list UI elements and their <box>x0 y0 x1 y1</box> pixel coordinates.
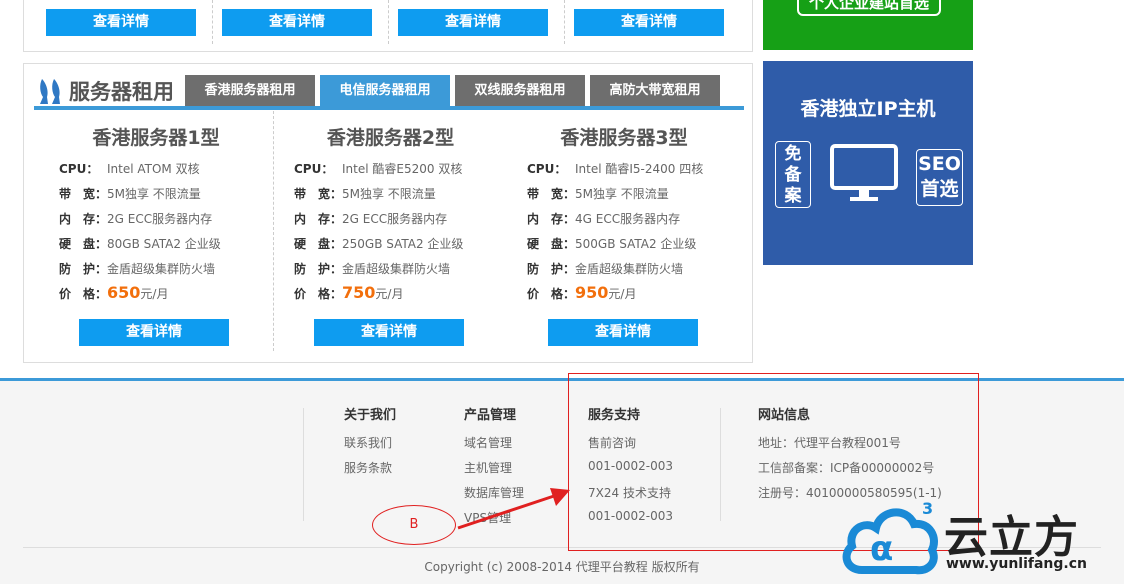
spec-disk: 硬 盘：250GB SATA2 企业级 <box>294 237 464 251</box>
no-filing-badge: 免备案 <box>775 141 811 208</box>
green-ad-banner[interactable]: 个人企业建站首选 <box>763 0 973 50</box>
view-details-button[interactable]: 查看详情 <box>79 319 229 346</box>
svg-text:3: 3 <box>922 499 933 518</box>
ad-title: 香港独立IP主机 <box>800 98 936 120</box>
spec-bandwidth: 带 宽：5M独享 不限流量 <box>59 187 201 201</box>
spec-disk: 硬 盘：500GB SATA2 企业级 <box>527 237 697 251</box>
annotation-arrow-icon <box>457 488 570 530</box>
column-divider <box>388 0 389 44</box>
spec-cpu: CPU： Intel 酷睿E5200 双核 <box>294 162 463 176</box>
footer-products-title: 产品管理 <box>464 408 517 423</box>
footer-link-domain[interactable]: 域名管理 <box>464 434 512 451</box>
view-details-button[interactable]: 查看详情 <box>222 9 372 36</box>
product-card: 香港服务器3型 CPU： Intel 酷睿I5-2400 四核 带 宽：5M独享 … <box>507 111 741 351</box>
footer-about-title: 关于我们 <box>344 408 397 423</box>
product-name: 香港服务器2型 <box>326 127 455 149</box>
tab-high-defense-bandwidth[interactable]: 高防大带宽租用 <box>590 75 720 106</box>
spec-price: 价 格：650元/月 <box>59 283 169 302</box>
column-divider <box>564 0 565 44</box>
spec-protection: 防 护：金盾超级集群防火墙 <box>294 262 451 276</box>
spec-protection: 防 护：金盾超级集群防火墙 <box>59 262 216 276</box>
tab-telecom-server[interactable]: 电信服务器租用 <box>320 75 450 106</box>
product-card: 香港服务器2型 CPU： Intel 酷睿E5200 双核 带 宽：5M独享 不限… <box>273 111 507 351</box>
product-card: 香港服务器1型 CPU： Intel ATOM 双核 带 宽：5M独享 不限流量 … <box>39 111 273 351</box>
spec-bandwidth: 带 宽：5M独享 不限流量 <box>527 187 669 201</box>
product-name: 香港服务器1型 <box>92 127 220 149</box>
monitor-icon <box>830 144 898 201</box>
seo-badge: SEO 首选 <box>916 149 963 206</box>
spec-price: 价 格：950元/月 <box>527 283 637 302</box>
green-ad-text: 个人企业建站首选 <box>797 0 941 16</box>
spec-protection: 防 护：金盾超级集群防火墙 <box>527 262 684 276</box>
spec-memory: 内 存：2G ECC服务器内存 <box>59 212 213 226</box>
footer-link-host[interactable]: 主机管理 <box>464 459 512 476</box>
tab-hongkong-server[interactable]: 香港服务器租用 <box>185 75 315 106</box>
annotation-ellipse-label: B <box>372 505 456 545</box>
tab-dual-line-server[interactable]: 双线服务器租用 <box>455 75 585 106</box>
server-rental-panel: 服务器租用 香港服务器租用 电信服务器租用 双线服务器租用 高防大带宽租用 香港… <box>23 63 753 363</box>
view-details-button[interactable]: 查看详情 <box>548 319 698 346</box>
spec-memory: 内 存：2G ECC服务器内存 <box>294 212 448 226</box>
spec-price: 价 格：750元/月 <box>294 283 404 302</box>
spec-memory: 内 存：4G ECC服务器内存 <box>527 212 681 226</box>
panel-header: 服务器租用 香港服务器租用 电信服务器租用 双线服务器租用 高防大带宽租用 <box>34 74 744 110</box>
view-details-button[interactable]: 查看详情 <box>574 9 724 36</box>
view-details-button[interactable]: 查看详情 <box>46 9 196 36</box>
spec-cpu: CPU： Intel 酷睿I5-2400 四核 <box>527 162 704 176</box>
svg-text:α: α <box>870 529 893 569</box>
rabbit-logo-icon <box>40 79 60 104</box>
view-details-button[interactable]: 查看详情 <box>314 319 464 346</box>
footer-link-contact[interactable]: 联系我们 <box>344 434 392 451</box>
spec-bandwidth: 带 宽：5M独享 不限流量 <box>294 187 436 201</box>
column-divider <box>212 0 213 44</box>
footer-divider <box>303 408 304 521</box>
footer-link-terms[interactable]: 服务条款 <box>344 459 392 476</box>
hk-ip-host-ad[interactable]: 香港独立IP主机 免备案 SEO 首选 <box>763 61 973 265</box>
spec-cpu: CPU： Intel ATOM 双核 <box>59 162 200 176</box>
product-name: 香港服务器3型 <box>560 127 688 149</box>
panel-title: 服务器租用 <box>69 80 174 104</box>
brand-url: www.yunlifang.cn <box>946 556 1087 572</box>
view-details-button[interactable]: 查看详情 <box>398 9 548 36</box>
cloud-logo-icon: α 3 <box>842 499 938 575</box>
spec-disk: 硬 盘：80GB SATA2 企业级 <box>59 237 221 251</box>
